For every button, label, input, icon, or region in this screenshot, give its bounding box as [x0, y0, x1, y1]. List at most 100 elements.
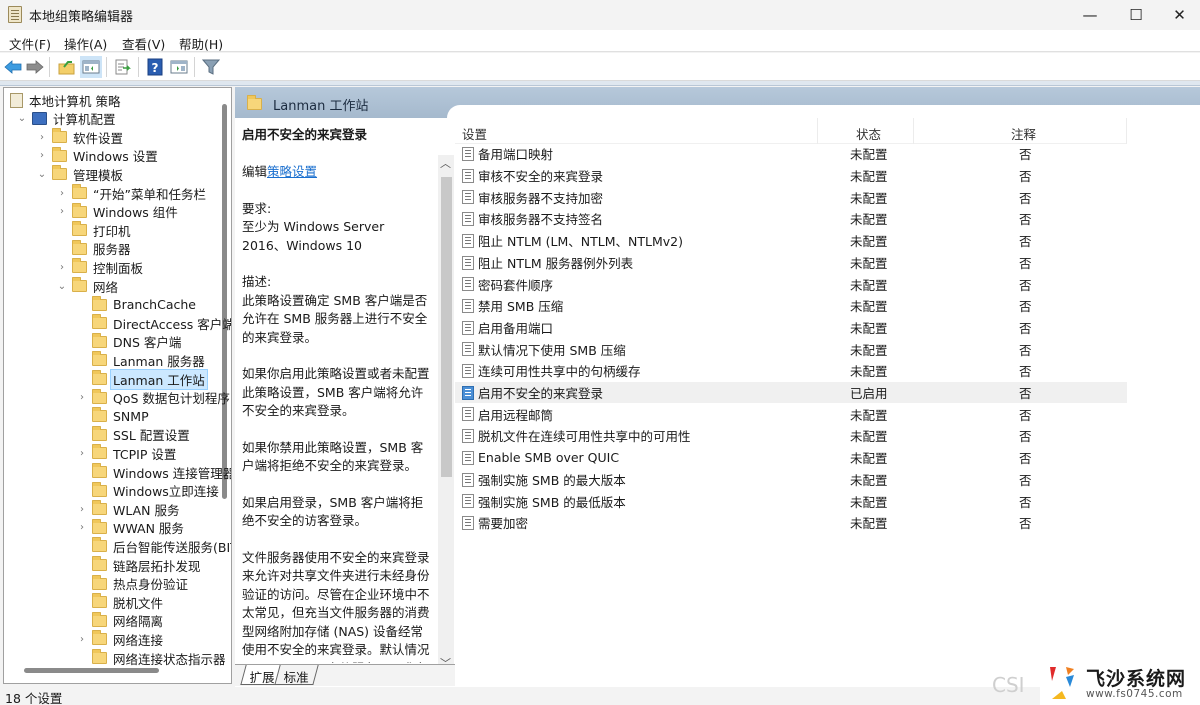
- tree-item-label: Windows 设置: [73, 149, 158, 165]
- maximize-button[interactable]: ☐: [1113, 0, 1159, 30]
- tree-item[interactable]: › Windows 组件: [56, 202, 178, 221]
- tree-item[interactable]: BranchCache: [76, 295, 196, 314]
- menu-help[interactable]: 帮助(H): [179, 34, 223, 53]
- scroll-thumb[interactable]: [441, 177, 452, 477]
- setting-row[interactable]: 备用端口映射 未配置 否: [455, 143, 1127, 165]
- tree-item[interactable]: › 网络连接: [76, 630, 163, 648]
- tree-item[interactable]: Lanman 服务器: [76, 351, 205, 369]
- close-button[interactable]: ✕: [1159, 0, 1200, 30]
- tree-item[interactable]: 网络连接状态指示器: [76, 649, 226, 667]
- scroll-up-icon[interactable]: ︿: [440, 155, 451, 171]
- menu-action[interactable]: 操作(A): [64, 34, 107, 53]
- back-button[interactable]: [2, 56, 24, 78]
- column-header-setting[interactable]: 设置: [462, 124, 487, 143]
- tree-item[interactable]: 服务器: [56, 239, 131, 258]
- tree-vertical-scrollbar[interactable]: [222, 104, 227, 499]
- export-list-button[interactable]: [112, 56, 134, 78]
- expand-chevron-icon[interactable]: ›: [56, 188, 68, 199]
- setting-row[interactable]: 审核不安全的来宾登录 未配置 否: [455, 165, 1127, 187]
- setting-row[interactable]: 脱机文件在连续可用性共享中的可用性 未配置 否: [455, 425, 1127, 447]
- expand-chevron-icon[interactable]: ›: [56, 262, 68, 273]
- setting-row[interactable]: 需要加密 未配置 否: [455, 512, 1127, 534]
- setting-name: 启用远程邮筒: [478, 407, 554, 423]
- expand-chevron-icon[interactable]: ›: [76, 448, 88, 459]
- tree-item[interactable]: Windows 连接管理器: [76, 463, 231, 481]
- tree-item[interactable]: › QoS 数据包计划程序: [76, 388, 230, 407]
- tree-item[interactable]: Windows立即连接: [76, 481, 219, 500]
- menu-view[interactable]: 查看(V): [122, 34, 165, 53]
- setting-row[interactable]: 启用远程邮筒 未配置 否: [455, 403, 1127, 425]
- collapse-chevron-icon[interactable]: ⌄: [16, 113, 28, 124]
- tree-item[interactable]: › WWAN 服务: [76, 518, 184, 537]
- tree-item[interactable]: › 控制面板: [56, 258, 143, 276]
- setting-row[interactable]: 阻止 NTLM 服务器例外列表 未配置 否: [455, 252, 1127, 274]
- tree-item[interactable]: 热点身份验证: [76, 574, 188, 593]
- tree-item[interactable]: SSL 配置设置: [76, 425, 190, 444]
- column-divider[interactable]: [817, 118, 818, 144]
- tree-item[interactable]: ⌄ 计算机配置: [16, 110, 116, 128]
- tree-item[interactable]: SNMP: [76, 407, 149, 425]
- tree-item[interactable]: › WLAN 服务: [76, 500, 180, 518]
- collapse-chevron-icon[interactable]: ⌄: [56, 281, 68, 292]
- expand-chevron-icon[interactable]: ›: [76, 392, 88, 403]
- column-divider[interactable]: [913, 118, 914, 144]
- setting-row[interactable]: 连续可用性共享中的句柄缓存 未配置 否: [455, 360, 1127, 382]
- expand-chevron-icon[interactable]: ›: [56, 206, 68, 217]
- setting-row[interactable]: 启用不安全的来宾登录 已启用 否: [455, 381, 1127, 404]
- console-tree[interactable]: 本地计算机 策略 ⌄ 计算机配置 › 软件设置 › Windows 设置 ⌄ 管理模板 › “开始”…: [3, 87, 232, 684]
- tree-horizontal-scrollbar[interactable]: [24, 668, 159, 673]
- tree-item[interactable]: ⌄ 管理模板: [36, 165, 123, 183]
- up-level-button[interactable]: [56, 56, 78, 78]
- tree-item[interactable]: Lanman 工作站: [76, 368, 208, 390]
- tree-item[interactable]: 网络隔离: [76, 611, 163, 630]
- tree-item-label: Windows 组件: [93, 205, 178, 221]
- expand-chevron-icon[interactable]: ›: [36, 132, 48, 143]
- policy-setting-icon: [462, 342, 474, 357]
- help-button[interactable]: ?: [144, 56, 166, 78]
- setting-row[interactable]: Enable SMB over QUIC 未配置 否: [455, 447, 1127, 469]
- setting-row[interactable]: 审核服务器不支持签名 未配置 否: [455, 208, 1127, 230]
- tab-standard[interactable]: 标准: [274, 665, 319, 685]
- description-scrollbar[interactable]: ︿ ﹀: [438, 155, 454, 675]
- details-pane: Lanman 工作站 启用不安全的来宾登录 编辑策略设置 要求: 至少为 Wind…: [235, 87, 1200, 687]
- setting-name: 阻止 NTLM (LM、NTLM、NTLMv2): [478, 234, 684, 250]
- properties-pane-button[interactable]: [168, 56, 190, 78]
- tree-item[interactable]: 脱机文件: [76, 593, 163, 611]
- forward-button[interactable]: [24, 56, 46, 78]
- tree-item[interactable]: ⌄ 网络: [56, 277, 118, 295]
- show-hide-tree-button[interactable]: [80, 56, 102, 78]
- tree-item[interactable]: › “开始”菜单和任务栏: [56, 184, 206, 202]
- setting-row[interactable]: 强制实施 SMB 的最低版本 未配置 否: [455, 490, 1127, 512]
- minimize-button[interactable]: —: [1067, 0, 1113, 30]
- column-header-comment[interactable]: 注释: [1011, 124, 1036, 143]
- expand-chevron-icon[interactable]: ›: [36, 150, 48, 161]
- menu-file[interactable]: 文件(F): [9, 34, 51, 53]
- setting-row[interactable]: 默认情况下使用 SMB 压缩 未配置 否: [455, 338, 1127, 360]
- tree-item[interactable]: DirectAccess 客户端: [76, 314, 231, 332]
- expand-chevron-icon[interactable]: ›: [76, 634, 88, 645]
- setting-row[interactable]: 审核服务器不支持加密 未配置 否: [455, 186, 1127, 208]
- setting-row[interactable]: 禁用 SMB 压缩 未配置 否: [455, 295, 1127, 317]
- folder-icon: [92, 351, 107, 367]
- expand-chevron-icon[interactable]: ›: [76, 522, 88, 533]
- edit-policy-link[interactable]: 策略设置: [267, 164, 317, 179]
- setting-row[interactable]: 密码套件顺序 未配置 否: [455, 273, 1127, 295]
- tree-item[interactable]: 本地计算机 策略: [10, 91, 120, 109]
- expand-chevron-icon[interactable]: ›: [76, 504, 88, 515]
- column-divider[interactable]: [1126, 118, 1127, 144]
- setting-row[interactable]: 启用备用端口 未配置 否: [455, 317, 1127, 339]
- tree-item[interactable]: DNS 客户端: [76, 332, 181, 351]
- tree-item[interactable]: 后台智能传送服务(BITS): [76, 537, 231, 555]
- tree-item[interactable]: 链路层拓扑发现: [76, 556, 201, 574]
- description-paragraph: 文件服务器使用不安全的来宾登录来允许对共享文件夹进行未经身份验证的访问。尽管在企…: [242, 549, 430, 664]
- tree-item[interactable]: 打印机: [56, 221, 131, 239]
- column-header-state[interactable]: 状态: [856, 124, 881, 143]
- filter-button[interactable]: [200, 56, 222, 78]
- setting-row[interactable]: 强制实施 SMB 的最大版本 未配置 否: [455, 469, 1127, 491]
- tree-item[interactable]: › Windows 设置: [36, 146, 158, 165]
- setting-row[interactable]: 阻止 NTLM (LM、NTLM、NTLMv2) 未配置 否: [455, 230, 1127, 252]
- tree-item[interactable]: › 软件设置: [36, 128, 123, 146]
- tree-item[interactable]: › TCPIP 设置: [76, 444, 176, 462]
- collapse-chevron-icon[interactable]: ⌄: [36, 169, 48, 180]
- setting-state: 未配置: [850, 407, 888, 423]
